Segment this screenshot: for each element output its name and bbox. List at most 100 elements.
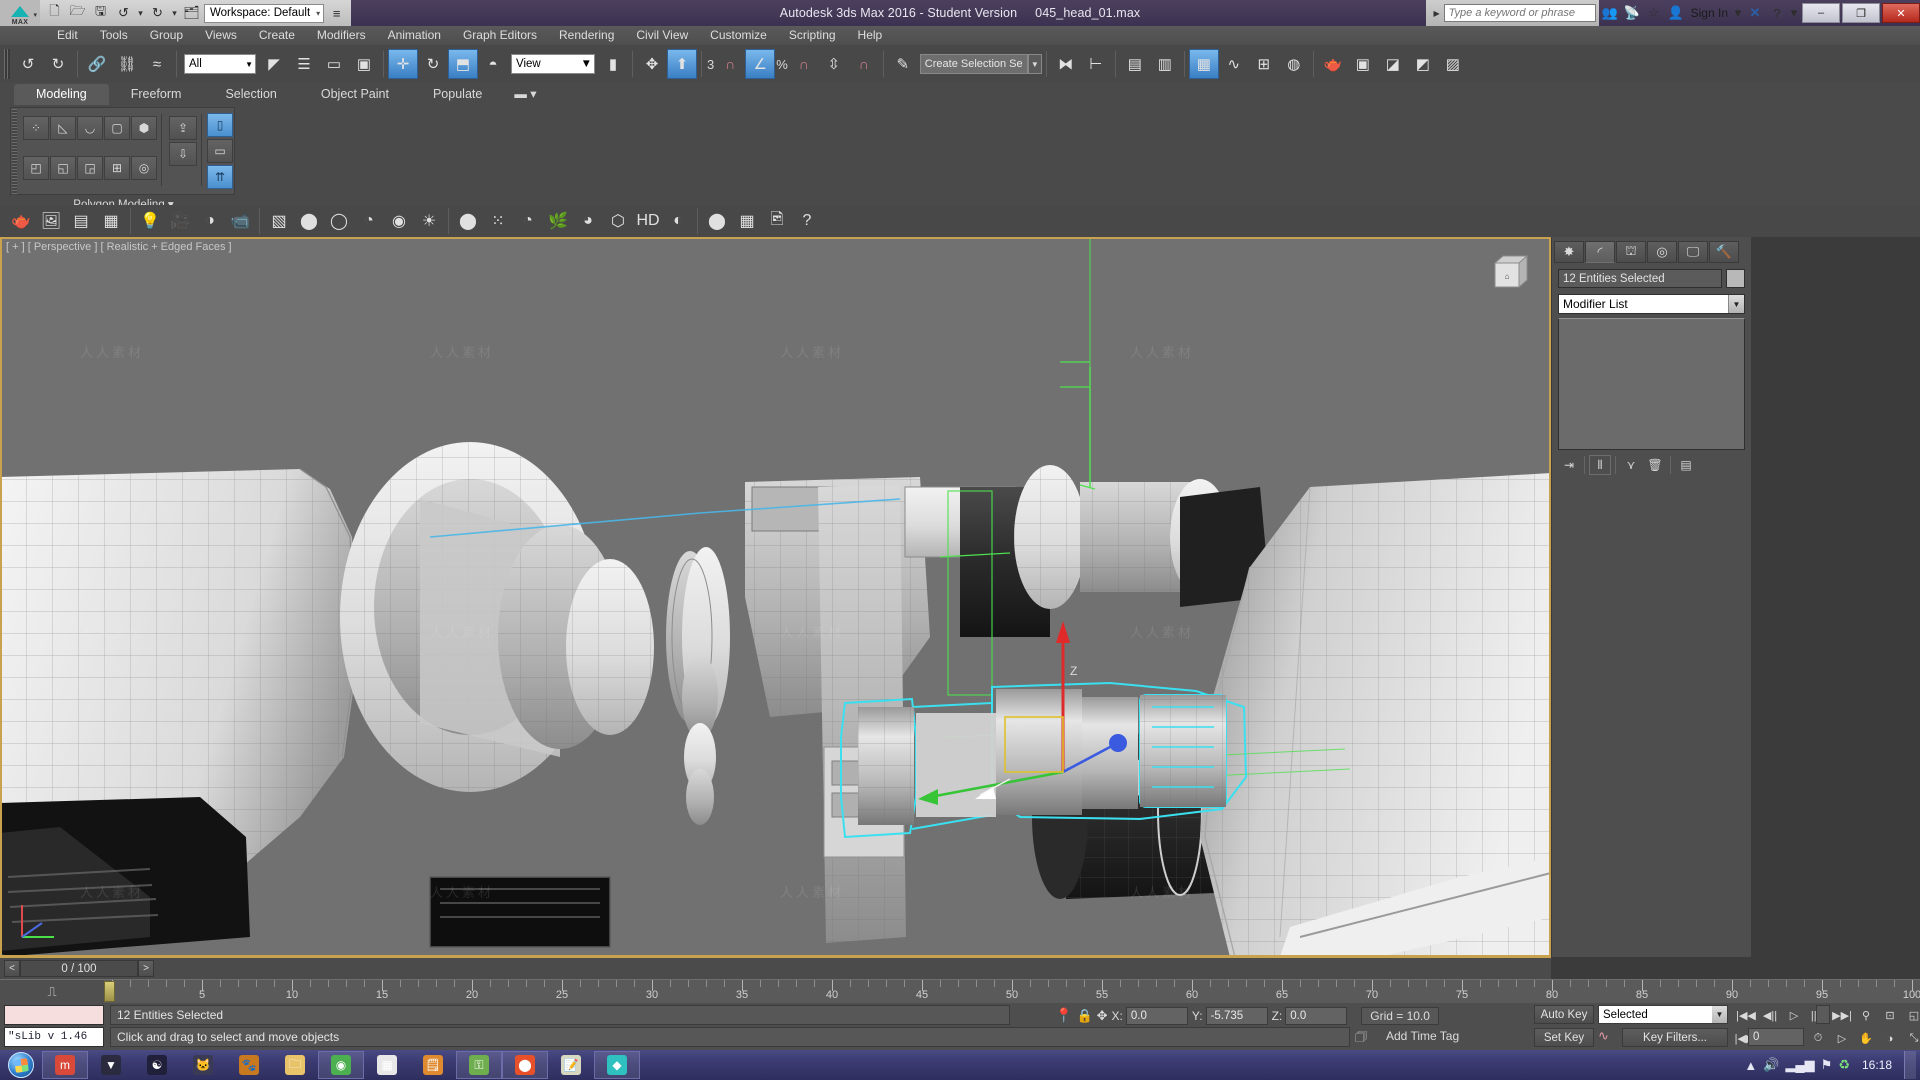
edge-subobject-button[interactable]: ◺ [50, 116, 76, 140]
undo-dropdown-icon[interactable]: ▾ [136, 3, 145, 24]
menu-item-civil-view[interactable]: Civil View [625, 26, 699, 45]
snaps-toggle-button[interactable]: ∩ [715, 49, 745, 79]
taskbar-app-cat[interactable]: 🐱 [180, 1051, 226, 1079]
ribbon-tab-freeform[interactable]: Freeform [109, 84, 204, 105]
go-to-start-button[interactable]: |◀◀ [1734, 1005, 1758, 1026]
hierarchy-tab[interactable]: ⛫ [1616, 240, 1646, 263]
undo-button[interactable]: ↺ [13, 49, 43, 79]
go-to-end-button[interactable]: ▶▶| [1830, 1005, 1854, 1026]
minimize-button[interactable]: – [1802, 3, 1840, 23]
bind-to-space-warp-button[interactable]: ≈ [142, 49, 172, 79]
element-subobject-button[interactable]: ⬢ [131, 116, 157, 140]
taskbar-app-yinyang[interactable]: ☯ [134, 1051, 180, 1079]
exchange-app-store-icon[interactable]: ✕ [1744, 0, 1766, 26]
show-end-result-button[interactable]: ⦀ [1589, 455, 1611, 475]
pin-stack-button[interactable]: ⇥ [1558, 455, 1580, 475]
select-and-place-button[interactable]: ◓ [478, 49, 508, 79]
perspective-viewport[interactable]: 人人素材 人人素材 人人素材 人人素材 人人素材 人人素材 人人素材 人人素材 … [0, 237, 1551, 957]
panel-grip[interactable] [12, 109, 17, 195]
help-icon[interactable]: ? [1766, 0, 1788, 26]
configure-modifier-sets-button[interactable]: ▤ [1675, 455, 1697, 475]
daylight-icon[interactable]: ⬤ [453, 207, 483, 235]
hdr-icon[interactable]: HD [633, 207, 663, 235]
menu-item-rendering[interactable]: Rendering [548, 26, 625, 45]
sphere-material-icon[interactable]: ⬤ [294, 207, 324, 235]
render-setup-button[interactable]: 🫖 [1318, 49, 1348, 79]
sign-in-dropdown-icon[interactable]: ▾ [1732, 0, 1744, 26]
render-setup-icon[interactable]: ▤ [66, 207, 96, 235]
symmetry-tools-button[interactable]: ◱ [50, 156, 76, 180]
track-bar[interactable]: ⎍ 5 10 15 20 25 30 35 40 45 50 55 60 65 70 75 80 85 90 95 1… [0, 979, 1920, 1004]
tray-action-center-flag-icon[interactable]: ⚑ [1821, 1057, 1833, 1073]
selection-lock-pin-icon[interactable]: 📍 [1055, 1007, 1072, 1024]
mirror-button[interactable]: ⧓ [1051, 49, 1081, 79]
rectangular-selection-region-button[interactable]: ▭ [319, 49, 349, 79]
time-configuration-button[interactable]: ⏱ [1806, 1028, 1830, 1049]
current-frame-display[interactable]: 0 / 100 [20, 960, 138, 977]
rendered-frame-icon[interactable]: 🖼 [36, 207, 66, 235]
frame-spinner[interactable] [1816, 1005, 1830, 1024]
key-mode-toggle-button[interactable]: ⚲ [1854, 1005, 1878, 1026]
viewport-label[interactable]: [ + ] [ Perspective ] [ Realistic + Edge… [6, 241, 232, 253]
unlink-selection-button[interactable]: ⛓ [112, 49, 142, 79]
taskbar-app-3dsmax[interactable]: ◆ [594, 1051, 640, 1079]
menu-item-customize[interactable]: Customize [699, 26, 778, 45]
search-input[interactable] [1443, 4, 1596, 22]
new-file-icon[interactable]: 🗋 [44, 3, 65, 24]
material-editor-teapot-icon[interactable]: 🫖 [6, 207, 36, 235]
hair-and-fur-icon[interactable]: 🌿 [543, 207, 573, 235]
time-tag-icon[interactable]: 🗇 [1355, 1028, 1367, 1050]
show-cage-button[interactable]: ▯ [207, 113, 233, 137]
redo-button[interactable]: ↻ [43, 49, 73, 79]
select-and-move-button[interactable]: ✛ [388, 49, 418, 79]
create-tab[interactable]: ✸ [1554, 240, 1584, 263]
tray-expand-icon[interactable]: ▲ [1744, 1058, 1757, 1073]
select-and-link-button[interactable]: 🔗 [82, 49, 112, 79]
mesh-icon[interactable]: ⬡ [603, 207, 633, 235]
activeshade-button[interactable]: ▨ [1438, 49, 1468, 79]
modify-tab[interactable]: ◜ [1585, 240, 1615, 263]
select-and-scale-button[interactable]: ⬒ [448, 49, 478, 79]
communication-center-icon[interactable]: 👥 [1599, 0, 1621, 26]
align-button[interactable]: ⊢ [1081, 49, 1111, 79]
coord-z-field[interactable]: Z: 0.0 [1272, 1006, 1348, 1025]
ambient-occlusion-icon[interactable]: ◯ [324, 207, 354, 235]
rendered-frame-window-button[interactable]: ▣ [1348, 49, 1378, 79]
selection-lock-toggle-icon[interactable]: 🔒 [1076, 1008, 1092, 1024]
current-frame-input[interactable]: 0 [1748, 1028, 1804, 1046]
menu-item-views[interactable]: Views [194, 26, 248, 45]
modifier-stack-list[interactable] [1558, 318, 1745, 450]
favorites-star-icon[interactable]: ☆ [1643, 0, 1665, 26]
select-and-rotate-button[interactable]: ↻ [418, 49, 448, 79]
add-time-tag-button[interactable]: Add Time Tag [1380, 1027, 1465, 1045]
taskbar-app-opera[interactable]: ⬤ [502, 1051, 548, 1079]
snapshot-icon[interactable]: 🖻 [762, 207, 792, 235]
modifier-list-dropdown[interactable]: Modifier List ▼ [1558, 294, 1745, 314]
angle-snap-toggle-button[interactable]: ∠ [745, 49, 776, 79]
paint-deform-button[interactable]: ◎ [131, 156, 157, 180]
menu-item-graph-editors[interactable]: Graph Editors [452, 26, 548, 45]
menu-item-create[interactable]: Create [248, 26, 306, 45]
make-unique-button[interactable]: ⋎ [1620, 455, 1642, 475]
coord-y-field[interactable]: Y: -5.735 [1192, 1006, 1268, 1025]
help-icon[interactable]: ? [792, 207, 822, 235]
menu-item-animation[interactable]: Animation [377, 26, 452, 45]
light-lister-icon[interactable]: 💡 [135, 207, 165, 235]
polygon-subobject-button[interactable]: ▢ [104, 116, 130, 140]
project-folder-icon[interactable]: 🗂 [181, 3, 202, 24]
field-of-view-button[interactable]: ▷ [1830, 1028, 1854, 1049]
environment-icon[interactable]: ◑ [195, 207, 225, 235]
motion-tab[interactable]: ◎ [1647, 240, 1677, 263]
zoom-region-button[interactable]: ◱ [1902, 1005, 1920, 1026]
vertex-subobject-button[interactable]: ⁘ [23, 116, 49, 140]
set-key-button[interactable]: Set Key [1534, 1028, 1594, 1047]
make-editable-poly-button[interactable]: ⇩ [169, 142, 197, 166]
taskbar-app-paw[interactable]: 🐾 [226, 1051, 272, 1079]
maxscript-mini-listener-input[interactable] [4, 1005, 104, 1025]
swift-loop-button[interactable]: ⊞ [104, 156, 130, 180]
taskbar-app-office[interactable]: m [42, 1051, 88, 1079]
toolbar-grip[interactable] [4, 49, 10, 79]
tray-volume-icon[interactable]: 🔊 [1763, 1057, 1779, 1073]
particle-icon[interactable]: ⁙ [483, 207, 513, 235]
layer-explorer-button[interactable]: ▤ [1120, 49, 1150, 79]
